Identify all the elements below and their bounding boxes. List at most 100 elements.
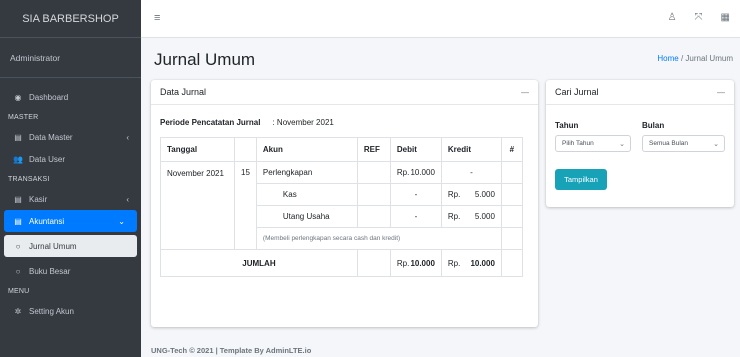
total-debit-cell: Rp. 10.000 (389, 249, 442, 277)
footer-text: UNG-Tech © 2021 | Template By AdminLTE.i… (151, 346, 312, 355)
bulan-select-value: Semua Bulan (649, 140, 689, 147)
total-label: JUMLAH (160, 249, 358, 277)
date-month: November 2021 (160, 161, 235, 250)
tahun-select-value: Pilih Tahun (562, 140, 594, 147)
circle-icon: ○ (15, 266, 21, 276)
sidebar-item-akuntansi[interactable]: ▤ Akuntansi ⌄ (4, 210, 137, 232)
tahun-select[interactable]: Pilih Tahun ⌄ (555, 135, 631, 152)
navbar-icons: ♙ ⤧ ▦ (668, 12, 730, 23)
sidebar-item-data-master[interactable]: ▤ Data Master ‹ (0, 126, 141, 148)
breadcrumb-home-link[interactable]: Home (657, 54, 678, 63)
kredit-value: 5.000 (474, 190, 495, 199)
sidebar-item-label: Data User (29, 154, 66, 164)
table-icon: ▤ (14, 194, 22, 204)
ref-cell (356, 161, 391, 184)
col-hash: # (500, 137, 523, 162)
card-title: Data Jurnal (160, 87, 207, 97)
col-akun: Akun (255, 137, 358, 162)
table-icon: ▤ (14, 216, 22, 226)
gear-icon: ✲ (14, 306, 22, 316)
nav-header-master: MASTER (8, 113, 39, 121)
sidebar-item-label: Dashboard (29, 92, 69, 102)
sidebar-item-label: Jurnal Umum (29, 241, 77, 251)
date-day: 15 (234, 161, 257, 250)
tahun-label: Tahun (555, 121, 579, 130)
sidebar-item-label: Akuntansi (29, 216, 65, 226)
sidebar: SIA BARBERSHOP Administrator ◉ Dashboard … (0, 0, 141, 357)
col-kredit: Kredit (440, 137, 502, 162)
sidebar-item-label: Data Master (29, 132, 73, 142)
kredit-cell: - (440, 161, 502, 184)
currency-label: Rp. (447, 190, 461, 199)
transaction-note: (Membeli perlengkapan secara cash dan kr… (255, 227, 502, 250)
action-cell (500, 205, 523, 228)
jurnal-table: Tanggal Akun REF Debit Kredit # November… (160, 137, 523, 277)
table-icon: ▤ (14, 132, 22, 142)
brand-logo[interactable]: SIA BARBERSHOP (0, 0, 141, 38)
breadcrumb-current: Jurnal Umum (685, 54, 733, 63)
sidebar-item-dashboard[interactable]: ◉ Dashboard (0, 86, 141, 108)
collapse-icon[interactable]: — (717, 88, 725, 97)
chevron-down-icon: ⌄ (118, 216, 125, 226)
chevron-down-icon: ⌄ (619, 140, 625, 148)
nav-header-menu: MENU (8, 287, 30, 295)
sidebar-item-jurnal-umum[interactable]: ○ Jurnal Umum (4, 235, 137, 257)
kredit-cell: Rp. 5.000 (440, 205, 502, 228)
periode-label: Periode Pencatatan Jurnal (160, 118, 261, 127)
col-ref: REF (356, 137, 391, 162)
top-navbar: ≡ ♙ ⤧ ▦ (141, 0, 740, 38)
col-debit: Debit (389, 137, 442, 162)
akun-cell: Utang Usaha (255, 205, 358, 228)
akun-cell: Kas (255, 183, 358, 206)
user-icon[interactable]: ♙ (668, 12, 677, 23)
total-kredit-cell: Rp. 10.000 (440, 249, 502, 277)
akun-cell: Perlengkapan (255, 161, 358, 184)
chevron-left-icon: ‹ (126, 194, 129, 204)
sidebar-item-label: Kasir (29, 194, 48, 204)
sidebar-item-label: Setting Akun (29, 306, 74, 316)
col-tanggal: Tanggal (160, 137, 235, 162)
sidebar-item-setting-akun[interactable]: ✲ Setting Akun (0, 300, 141, 322)
debit-cell: - (389, 205, 442, 228)
debit-value: - (414, 190, 418, 199)
debit-cell: - (389, 183, 442, 206)
col-day (234, 137, 257, 162)
menu-toggle-icon[interactable]: ≡ (154, 12, 160, 24)
periode-text: Periode Pencatatan Jurnal: November 2021 (160, 118, 334, 127)
user-name[interactable]: Administrator (0, 38, 141, 78)
chevron-left-icon: ‹ (126, 132, 129, 142)
action-cell (500, 249, 523, 277)
bulan-select[interactable]: Semua Bulan ⌄ (642, 135, 725, 152)
action-cell (500, 161, 523, 184)
sidebar-item-kasir[interactable]: ▤ Kasir ‹ (0, 188, 141, 210)
kredit-value: 5.000 (474, 212, 495, 221)
grid-icon[interactable]: ▦ (721, 12, 730, 23)
total-debit: 10.000 (410, 258, 435, 268)
currency-label: Rp. (396, 258, 410, 268)
card-title: Cari Jurnal (555, 87, 599, 97)
total-kredit: 10.000 (470, 258, 495, 268)
ref-cell (356, 205, 391, 228)
content-wrapper: Jurnal Umum Home / Jurnal Umum Data Jurn… (141, 38, 740, 357)
chevron-down-icon: ⌄ (713, 140, 719, 148)
bulan-label: Bulan (642, 121, 665, 130)
sidebar-nav: ◉ Dashboard MASTER ▤ Data Master ‹ 👥 Data Us… (0, 78, 141, 322)
nav-header-transaksi: TRANSAKSI (8, 175, 50, 183)
debit-cell: Rp. 10.000 (389, 161, 442, 184)
dashboard-icon: ◉ (14, 92, 22, 102)
currency-label: Rp. (396, 168, 410, 177)
collapse-icon[interactable]: — (521, 88, 529, 97)
debit-value: - (414, 212, 418, 221)
action-cell (500, 183, 523, 206)
sidebar-item-data-user[interactable]: 👥 Data User (0, 148, 141, 170)
sidebar-item-label: Buku Besar (29, 266, 71, 276)
total-row: JUMLAH Rp. 10.000 Rp. 10.000 (160, 249, 523, 277)
kredit-cell: Rp. 5.000 (440, 183, 502, 206)
breadcrumb: Home / Jurnal Umum (657, 54, 733, 63)
currency-label: Rp. (447, 212, 461, 221)
fullscreen-icon[interactable]: ⤧ (695, 12, 703, 23)
currency-label: Rp. (447, 258, 461, 268)
card-header: Data Jurnal — (151, 80, 538, 105)
tampilkan-button[interactable]: Tampilkan (555, 169, 607, 190)
sidebar-item-buku-besar[interactable]: ○ Buku Besar (0, 260, 141, 282)
